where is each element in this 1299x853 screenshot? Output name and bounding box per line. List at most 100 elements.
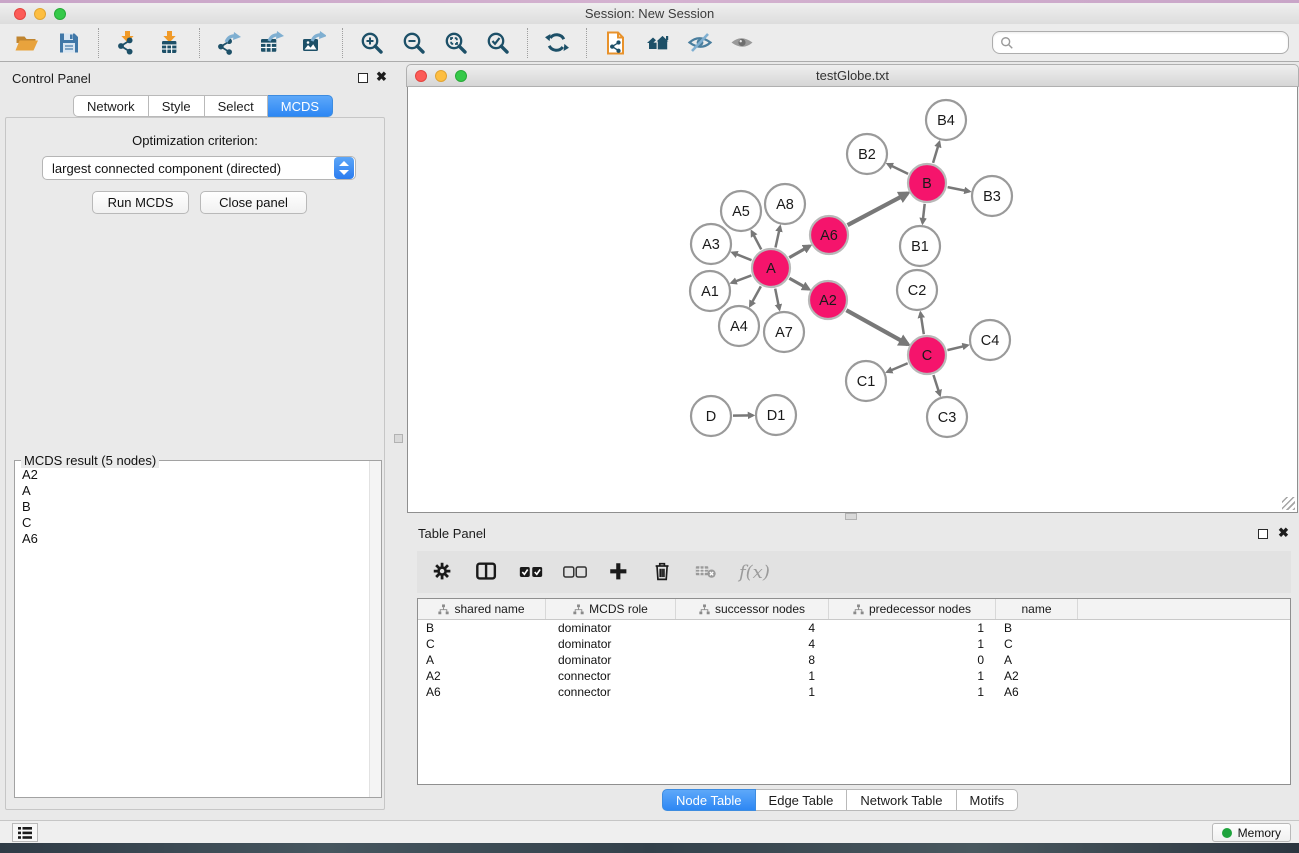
node-C2[interactable]: C2 [897, 270, 937, 310]
search-field[interactable] [992, 31, 1289, 54]
edge-B-B3[interactable] [948, 187, 970, 191]
edge-B-B1[interactable] [923, 204, 925, 223]
run-mcds-button[interactable]: Run MCDS [92, 191, 189, 214]
trash-button[interactable] [651, 560, 675, 584]
tab-select[interactable]: Select [205, 95, 268, 117]
column-header-successor-nodes[interactable]: successor nodes [676, 599, 829, 619]
columns-button[interactable] [475, 560, 499, 584]
table-row[interactable]: Bdominator41B [418, 620, 1290, 636]
horizontal-split-handle[interactable] [845, 513, 857, 520]
edge-A-A3[interactable] [732, 253, 751, 261]
table-row[interactable]: A2connector11A2 [418, 668, 1290, 684]
node-C3[interactable]: C3 [927, 397, 967, 437]
column-header-predecessor-nodes[interactable]: predecessor nodes [829, 599, 996, 619]
show-hidden-button[interactable] [721, 26, 763, 60]
mcds-result-item[interactable]: B [16, 499, 368, 515]
tab-mcds[interactable]: MCDS [268, 95, 333, 117]
fx-button[interactable]: f(x) [739, 562, 770, 583]
tab-node-table[interactable]: Node Table [662, 789, 756, 811]
memory-button[interactable]: Memory [1212, 823, 1291, 842]
first-neighbors-button[interactable] [637, 26, 679, 60]
node-D1[interactable]: D1 [756, 395, 796, 435]
edge-A-A8[interactable] [775, 226, 780, 247]
node-D[interactable]: D [691, 396, 731, 436]
edge-C-C3[interactable] [933, 375, 939, 395]
save-session-button[interactable] [48, 26, 90, 60]
open-session-button[interactable] [6, 26, 48, 60]
node-A5[interactable]: A5 [721, 191, 761, 231]
delete-table-button[interactable] [695, 560, 719, 584]
close-panel-icon[interactable]: ✖ [376, 72, 387, 82]
node-A8[interactable]: A8 [765, 184, 805, 224]
mcds-result-item[interactable]: A6 [16, 531, 368, 547]
node-C1[interactable]: C1 [846, 361, 886, 401]
column-header-MCDS-role[interactable]: MCDS role [546, 599, 676, 619]
edge-A-A1[interactable] [732, 275, 752, 282]
edge-A2-C[interactable] [846, 310, 907, 344]
export-network-button[interactable] [208, 26, 250, 60]
zoom-fit-button[interactable] [435, 26, 477, 60]
edge-A-A2[interactable] [789, 278, 809, 289]
mcds-result-item[interactable]: A2 [16, 467, 368, 483]
edge-B-B2[interactable] [888, 164, 908, 174]
edge-A-A4[interactable] [750, 286, 761, 305]
node-A1[interactable]: A1 [690, 271, 730, 311]
node-B[interactable]: B [908, 164, 946, 202]
node-A7[interactable]: A7 [764, 312, 804, 352]
close-table-panel-icon[interactable]: ✖ [1278, 528, 1289, 538]
refresh-button[interactable] [536, 26, 578, 60]
tab-network[interactable]: Network [73, 95, 149, 117]
zoom-out-button[interactable] [393, 26, 435, 60]
edge-C-C4[interactable] [947, 345, 967, 350]
node-A[interactable]: A [752, 249, 790, 287]
import-table-button[interactable] [149, 26, 191, 60]
window-resize-grip[interactable] [1282, 497, 1295, 510]
search-input[interactable] [1014, 36, 1288, 50]
mcds-result-item[interactable]: A [16, 483, 368, 499]
network-canvas[interactable]: AA1A2A3A4A5A6A7A8BB1B2B3B4CC1C2C3C4DD1 [407, 87, 1298, 513]
table-row[interactable]: Cdominator41C [418, 636, 1290, 652]
import-network-button[interactable] [107, 26, 149, 60]
export-table-button[interactable] [250, 26, 292, 60]
edge-C-C2[interactable] [920, 313, 923, 335]
edge-C-C1[interactable] [887, 363, 908, 372]
mcds-result-box[interactable]: MCDS result (5 nodes) A2ABCA6 [14, 460, 382, 798]
edge-A6-B[interactable] [848, 193, 908, 225]
tab-edge-table[interactable]: Edge Table [756, 789, 848, 811]
edge-A-A6[interactable] [789, 246, 810, 258]
node-A4[interactable]: A4 [719, 306, 759, 346]
tab-motifs[interactable]: Motifs [957, 789, 1019, 811]
optimization-criterion-dropdown[interactable]: largest connected component (directed) [42, 156, 356, 180]
zoom-in-button[interactable] [351, 26, 393, 60]
zoom-selected-button[interactable] [477, 26, 519, 60]
node-A3[interactable]: A3 [691, 224, 731, 264]
scrollbar-track[interactable] [369, 461, 381, 797]
edge-A-A5[interactable] [752, 231, 762, 249]
float-table-panel-icon[interactable] [1258, 529, 1268, 539]
checkbox-checked-pair-button[interactable] [519, 560, 543, 584]
node-B4[interactable]: B4 [926, 100, 966, 140]
network-graph[interactable]: AA1A2A3A4A5A6A7A8BB1B2B3B4CC1C2C3C4DD1 [408, 87, 1297, 511]
export-image-button[interactable] [292, 26, 334, 60]
table-row[interactable]: A6connector11A6 [418, 684, 1290, 700]
network-from-selection-button[interactable] [595, 26, 637, 60]
plus-button[interactable] [607, 560, 631, 584]
node-B3[interactable]: B3 [972, 176, 1012, 216]
gear-button[interactable] [431, 560, 455, 584]
edge-A-A7[interactable] [775, 289, 779, 310]
vertical-split-handle[interactable] [394, 434, 403, 443]
task-history-button[interactable] [12, 823, 38, 842]
table-row[interactable]: Adominator80A [418, 652, 1290, 668]
column-header-shared-name[interactable]: shared name [418, 599, 546, 619]
checkbox-unchecked-pair-button[interactable] [563, 560, 587, 584]
tab-network-table[interactable]: Network Table [847, 789, 956, 811]
edge-B-B4[interactable] [933, 142, 939, 163]
column-header-name[interactable]: name [996, 599, 1078, 619]
node-A6[interactable]: A6 [810, 216, 848, 254]
float-panel-icon[interactable] [358, 73, 368, 83]
node-C[interactable]: C [908, 336, 946, 374]
network-window-titlebar[interactable]: testGlobe.txt [406, 64, 1299, 87]
hide-selected-button[interactable] [679, 26, 721, 60]
node-B1[interactable]: B1 [900, 226, 940, 266]
mcds-result-list[interactable]: A2ABCA6 [16, 467, 368, 796]
